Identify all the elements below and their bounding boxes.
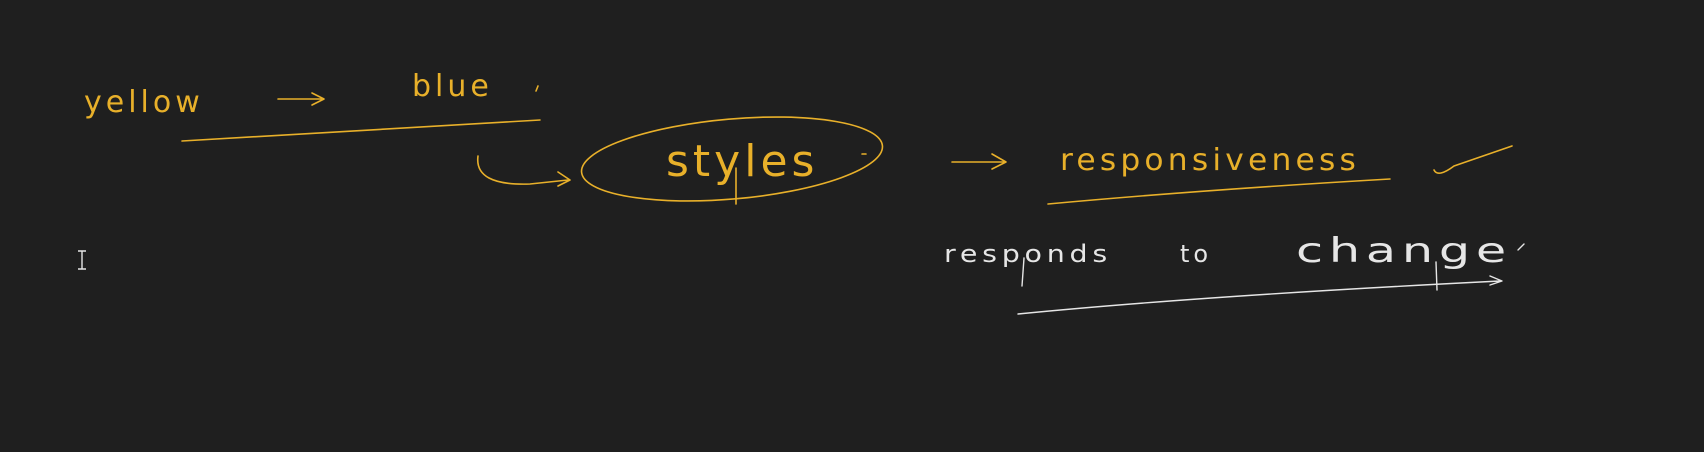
text-cursor-icon <box>78 250 86 270</box>
arrow-right-icon <box>277 92 325 106</box>
word-blue: blue <box>412 69 493 104</box>
hook-arrow-icon <box>477 155 571 187</box>
check-mark-icon <box>1433 145 1513 174</box>
word-responsiveness: responsiveness <box>1060 143 1360 178</box>
underline-arrow-change <box>1017 275 1503 315</box>
word-responds: responds <box>944 240 1112 268</box>
word-change: change <box>1296 231 1512 271</box>
change-tick-mark <box>1517 243 1525 251</box>
word-yellow: yellow <box>84 85 204 120</box>
underline-yellow-blue <box>181 119 541 142</box>
word-to: to <box>1180 240 1212 268</box>
drawing-canvas[interactable]: yellow blue styles responsiveness respon… <box>0 0 1704 452</box>
comma-mark <box>535 85 539 92</box>
underline-responsiveness <box>1047 178 1391 205</box>
change-descender <box>1435 261 1438 291</box>
handwriting-board: yellow blue styles responsiveness respon… <box>84 69 1525 315</box>
arrow-right-icon-2 <box>951 153 1007 170</box>
word-styles: styles <box>666 136 818 187</box>
